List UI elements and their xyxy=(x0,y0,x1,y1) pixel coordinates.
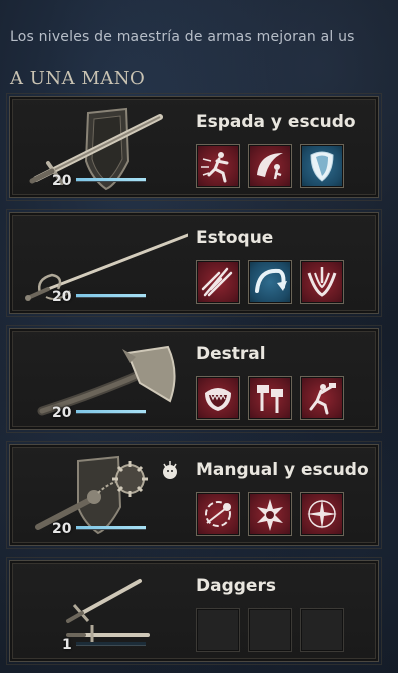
weapon-card-daggers[interactable]: 1 Daggers xyxy=(6,557,382,665)
mastery-progress-bar xyxy=(76,642,146,646)
empty-skill-slot[interactable] xyxy=(300,608,344,652)
weapon-name: Estoque xyxy=(196,228,274,248)
mastery-level: 1 xyxy=(62,637,72,653)
empty-skill-slot[interactable] xyxy=(196,608,240,652)
weapon-card-flail-shield[interactable]: 20 Mangual y escudo xyxy=(6,441,382,549)
weapon-card-hatchet[interactable]: 20 Destral xyxy=(6,325,382,433)
weapon-name: Mangual y escudo xyxy=(196,460,369,480)
leap-strike-icon[interactable] xyxy=(300,376,344,420)
sword-dash-icon[interactable] xyxy=(196,144,240,188)
mastery-level: 20 xyxy=(52,289,72,305)
mastery-level: 20 xyxy=(52,521,72,537)
mastery-progress-bar xyxy=(76,294,146,298)
mastery-progress-bar xyxy=(76,410,146,414)
evade-arc-icon[interactable] xyxy=(248,260,292,304)
perk-face-icon xyxy=(163,461,177,479)
weapon-card-rapier[interactable]: 20 Estoque xyxy=(6,209,382,317)
holy-burst-icon[interactable] xyxy=(300,492,344,536)
mastery-level: 20 xyxy=(52,173,72,189)
riposte-icon[interactable] xyxy=(300,260,344,304)
slash-arc-icon[interactable] xyxy=(248,144,292,188)
berserk-mouth-icon[interactable] xyxy=(196,376,240,420)
shield-block-icon[interactable] xyxy=(300,144,344,188)
intro-text: Los niveles de maestría de armas mejoran… xyxy=(10,29,355,45)
weapon-name: Espada y escudo xyxy=(196,112,356,132)
empty-skill-slot[interactable] xyxy=(248,608,292,652)
weapon-name: Destral xyxy=(196,344,266,364)
twin-hatchets-icon[interactable] xyxy=(248,376,292,420)
spin-flail-icon[interactable] xyxy=(196,492,240,536)
flurry-strikes-icon[interactable] xyxy=(196,260,240,304)
mastery-progress-bar xyxy=(76,178,146,182)
section-title: A UNA MANO xyxy=(10,68,146,89)
weapon-name: Daggers xyxy=(196,576,276,596)
shattering-strike-icon[interactable] xyxy=(248,492,292,536)
weapon-card-sword-shield[interactable]: 20 Espada y escudo xyxy=(6,93,382,201)
mastery-progress-bar xyxy=(76,526,146,530)
mastery-level: 20 xyxy=(52,405,72,421)
